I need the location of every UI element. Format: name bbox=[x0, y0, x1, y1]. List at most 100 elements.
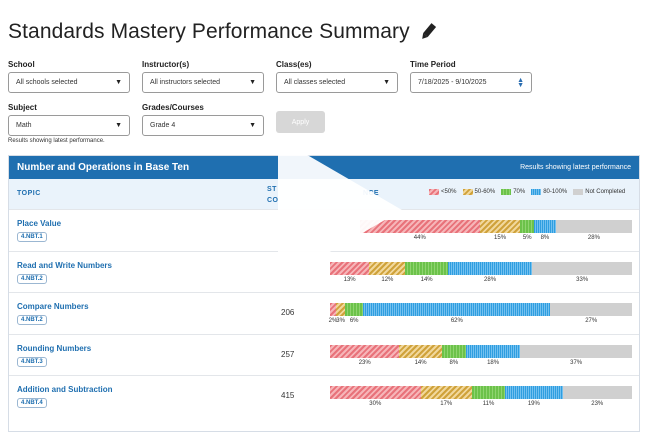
segment-percent-label: 14% bbox=[414, 359, 427, 366]
legend-label: 80-100% bbox=[543, 189, 568, 195]
grade-value: Grade 4 bbox=[150, 122, 176, 129]
instructor-label: Instructor(s) bbox=[142, 60, 190, 69]
instructor-value: All instructors selected bbox=[150, 79, 221, 86]
legend-swatch bbox=[573, 189, 584, 195]
school-select[interactable]: All schools selected ▼ bbox=[8, 72, 130, 93]
topic-rows: Place Value 4.NBT.1 44% 15% 5% 8% 28% Read and … bbox=[9, 209, 639, 417]
classes-value: All classes selected bbox=[284, 79, 346, 86]
performance-bar[interactable] bbox=[330, 220, 632, 233]
segment-percent-label: 6% bbox=[349, 318, 359, 324]
subject-select[interactable]: Math ▼ bbox=[8, 115, 130, 136]
segment-percent-label: 12% bbox=[381, 276, 394, 283]
legend-swatch bbox=[462, 189, 473, 195]
segment-percent-label: 62% bbox=[450, 318, 463, 324]
school-filter: School All schools selected ▼ bbox=[8, 60, 130, 93]
students-count: 415 bbox=[281, 391, 295, 400]
performance-segment-hidden bbox=[330, 220, 360, 233]
performance-segment[interactable] bbox=[399, 344, 442, 358]
school-value: All schools selected bbox=[16, 79, 78, 86]
performance-panel: Number and Operations in Base Ten Result… bbox=[8, 155, 640, 432]
segment-percent-label: 18% bbox=[487, 359, 500, 366]
table-row[interactable]: Rounding Numbers 4.NBT.3 257 23% 14% 8% 18% 37% bbox=[9, 333, 639, 376]
performance-segment[interactable] bbox=[555, 220, 632, 233]
time-period-filter: Time Period 7/18/2025 - 9/10/2025 ▲ ▼ bbox=[410, 60, 532, 93]
performance-bar[interactable] bbox=[330, 344, 632, 358]
segment-percent-label: 15% bbox=[494, 235, 507, 241]
standard-badge: 4.NBT.1 bbox=[17, 232, 47, 242]
standard-badge: 4.NBT.2 bbox=[17, 315, 47, 325]
classes-select[interactable]: All classes selected ▼ bbox=[276, 72, 398, 93]
performance-segment[interactable] bbox=[532, 261, 632, 275]
performance-bar-labels: 2% 3% 6% 62% 27% bbox=[329, 318, 632, 326]
segment-percent-label: 17% bbox=[440, 401, 453, 407]
table-row[interactable]: Addition and Subtraction 4.NBT.4 415 30% 17%… bbox=[9, 375, 639, 417]
performance-segment[interactable] bbox=[562, 386, 632, 399]
performance-segment[interactable] bbox=[336, 303, 346, 316]
performance-segment[interactable] bbox=[441, 344, 466, 358]
performance-segment[interactable] bbox=[505, 386, 563, 399]
legend-label: <50% bbox=[441, 189, 457, 195]
performance-segment[interactable] bbox=[330, 261, 370, 275]
performance-segment[interactable] bbox=[520, 344, 632, 358]
topic-name-link[interactable]: Addition and Subtraction bbox=[17, 385, 113, 394]
topic-name-link[interactable]: Compare Numbers bbox=[17, 302, 89, 311]
segment-percent-label: 5% bbox=[522, 235, 532, 241]
time-period-value: 7/18/2025 - 9/10/2025 bbox=[418, 79, 487, 86]
instructor-select[interactable]: All instructors selected ▼ bbox=[142, 72, 264, 93]
apply-button[interactable]: Apply bbox=[276, 111, 325, 133]
performance-segment[interactable] bbox=[369, 261, 406, 275]
legend-label: Not Completed bbox=[585, 189, 626, 195]
time-period-label: Time Period bbox=[410, 60, 456, 69]
performance-segment[interactable] bbox=[520, 220, 535, 233]
performance-bar[interactable] bbox=[330, 386, 632, 399]
students-column-header[interactable]: ST CO bbox=[267, 184, 278, 206]
grade-select[interactable]: Grade 4 ▼ bbox=[142, 115, 264, 136]
performance-bar-labels: 13% 12% 14% 28% 33% bbox=[330, 277, 632, 285]
performance-segment[interactable] bbox=[479, 220, 521, 233]
performance-segment[interactable] bbox=[465, 344, 521, 358]
instructor-filter: Instructor(s) All instructors selected ▼ bbox=[142, 60, 264, 93]
pencil-icon[interactable] bbox=[418, 22, 438, 42]
standard-badge: 4.NBT.4 bbox=[17, 398, 47, 408]
results-note: Results showing latest performance. bbox=[8, 138, 105, 144]
performance-segment[interactable] bbox=[345, 303, 364, 316]
performance-segment[interactable] bbox=[405, 261, 448, 275]
segment-percent-label: 37% bbox=[570, 359, 583, 366]
performance-bar[interactable] bbox=[330, 303, 632, 316]
performance-bar-labels: 44% 15% 5% 8% 28% bbox=[330, 235, 632, 243]
legend-label: 70% bbox=[513, 189, 526, 195]
school-label: School bbox=[8, 60, 35, 69]
table-row[interactable]: Read and Write Numbers 4.NBT.2 13% 12% 14% 28… bbox=[9, 250, 639, 293]
topic-name-link[interactable]: Read and Write Numbers bbox=[17, 261, 112, 270]
performance-segment[interactable] bbox=[471, 386, 506, 399]
classes-filter: Class(es) All classes selected ▼ bbox=[276, 60, 398, 93]
segment-percent-label: 19% bbox=[527, 401, 540, 407]
chevron-down-icon: ▼ bbox=[115, 79, 122, 86]
segment-percent-label: 28% bbox=[484, 276, 497, 283]
page-title: Standards Mastery Performance Summary bbox=[8, 20, 410, 43]
performance-segment[interactable] bbox=[550, 303, 632, 316]
performance-bar[interactable] bbox=[330, 261, 632, 275]
panel-header: Number and Operations in Base Ten Result… bbox=[9, 156, 639, 179]
performance-segment[interactable] bbox=[359, 220, 480, 233]
table-row[interactable]: Place Value 4.NBT.1 44% 15% 5% 8% 28% bbox=[9, 209, 639, 251]
performance-segment[interactable] bbox=[330, 344, 400, 358]
table-row[interactable]: Compare Numbers 4.NBT.2 206 2% 3% 6% 62% 27% bbox=[9, 292, 639, 334]
performance-segment[interactable] bbox=[534, 220, 556, 233]
topic-name-link[interactable]: Rounding Numbers bbox=[17, 344, 91, 353]
topic-name-link[interactable]: Place Value bbox=[17, 219, 61, 228]
topic-column-header[interactable]: TOPIC bbox=[17, 190, 41, 197]
segment-percent-label: 14% bbox=[420, 276, 433, 283]
legend-item: 50-60% bbox=[462, 189, 495, 195]
performance-segment[interactable] bbox=[330, 386, 421, 399]
performance-segment[interactable] bbox=[363, 303, 551, 316]
performance-column-header[interactable]: NCE bbox=[363, 190, 379, 197]
performance-segment[interactable] bbox=[420, 386, 472, 399]
grade-label: Grades/Courses bbox=[142, 103, 204, 112]
time-period-select[interactable]: 7/18/2025 - 9/10/2025 ▲ ▼ bbox=[410, 72, 532, 93]
legend-item: <50% bbox=[429, 189, 457, 195]
performance-segment[interactable] bbox=[447, 261, 533, 275]
page-header: Standards Mastery Performance Summary bbox=[8, 20, 438, 44]
legend-item: 80-100% bbox=[531, 189, 567, 195]
performance-bar-labels: 30% 17% 11% 19% 23% bbox=[330, 401, 632, 409]
